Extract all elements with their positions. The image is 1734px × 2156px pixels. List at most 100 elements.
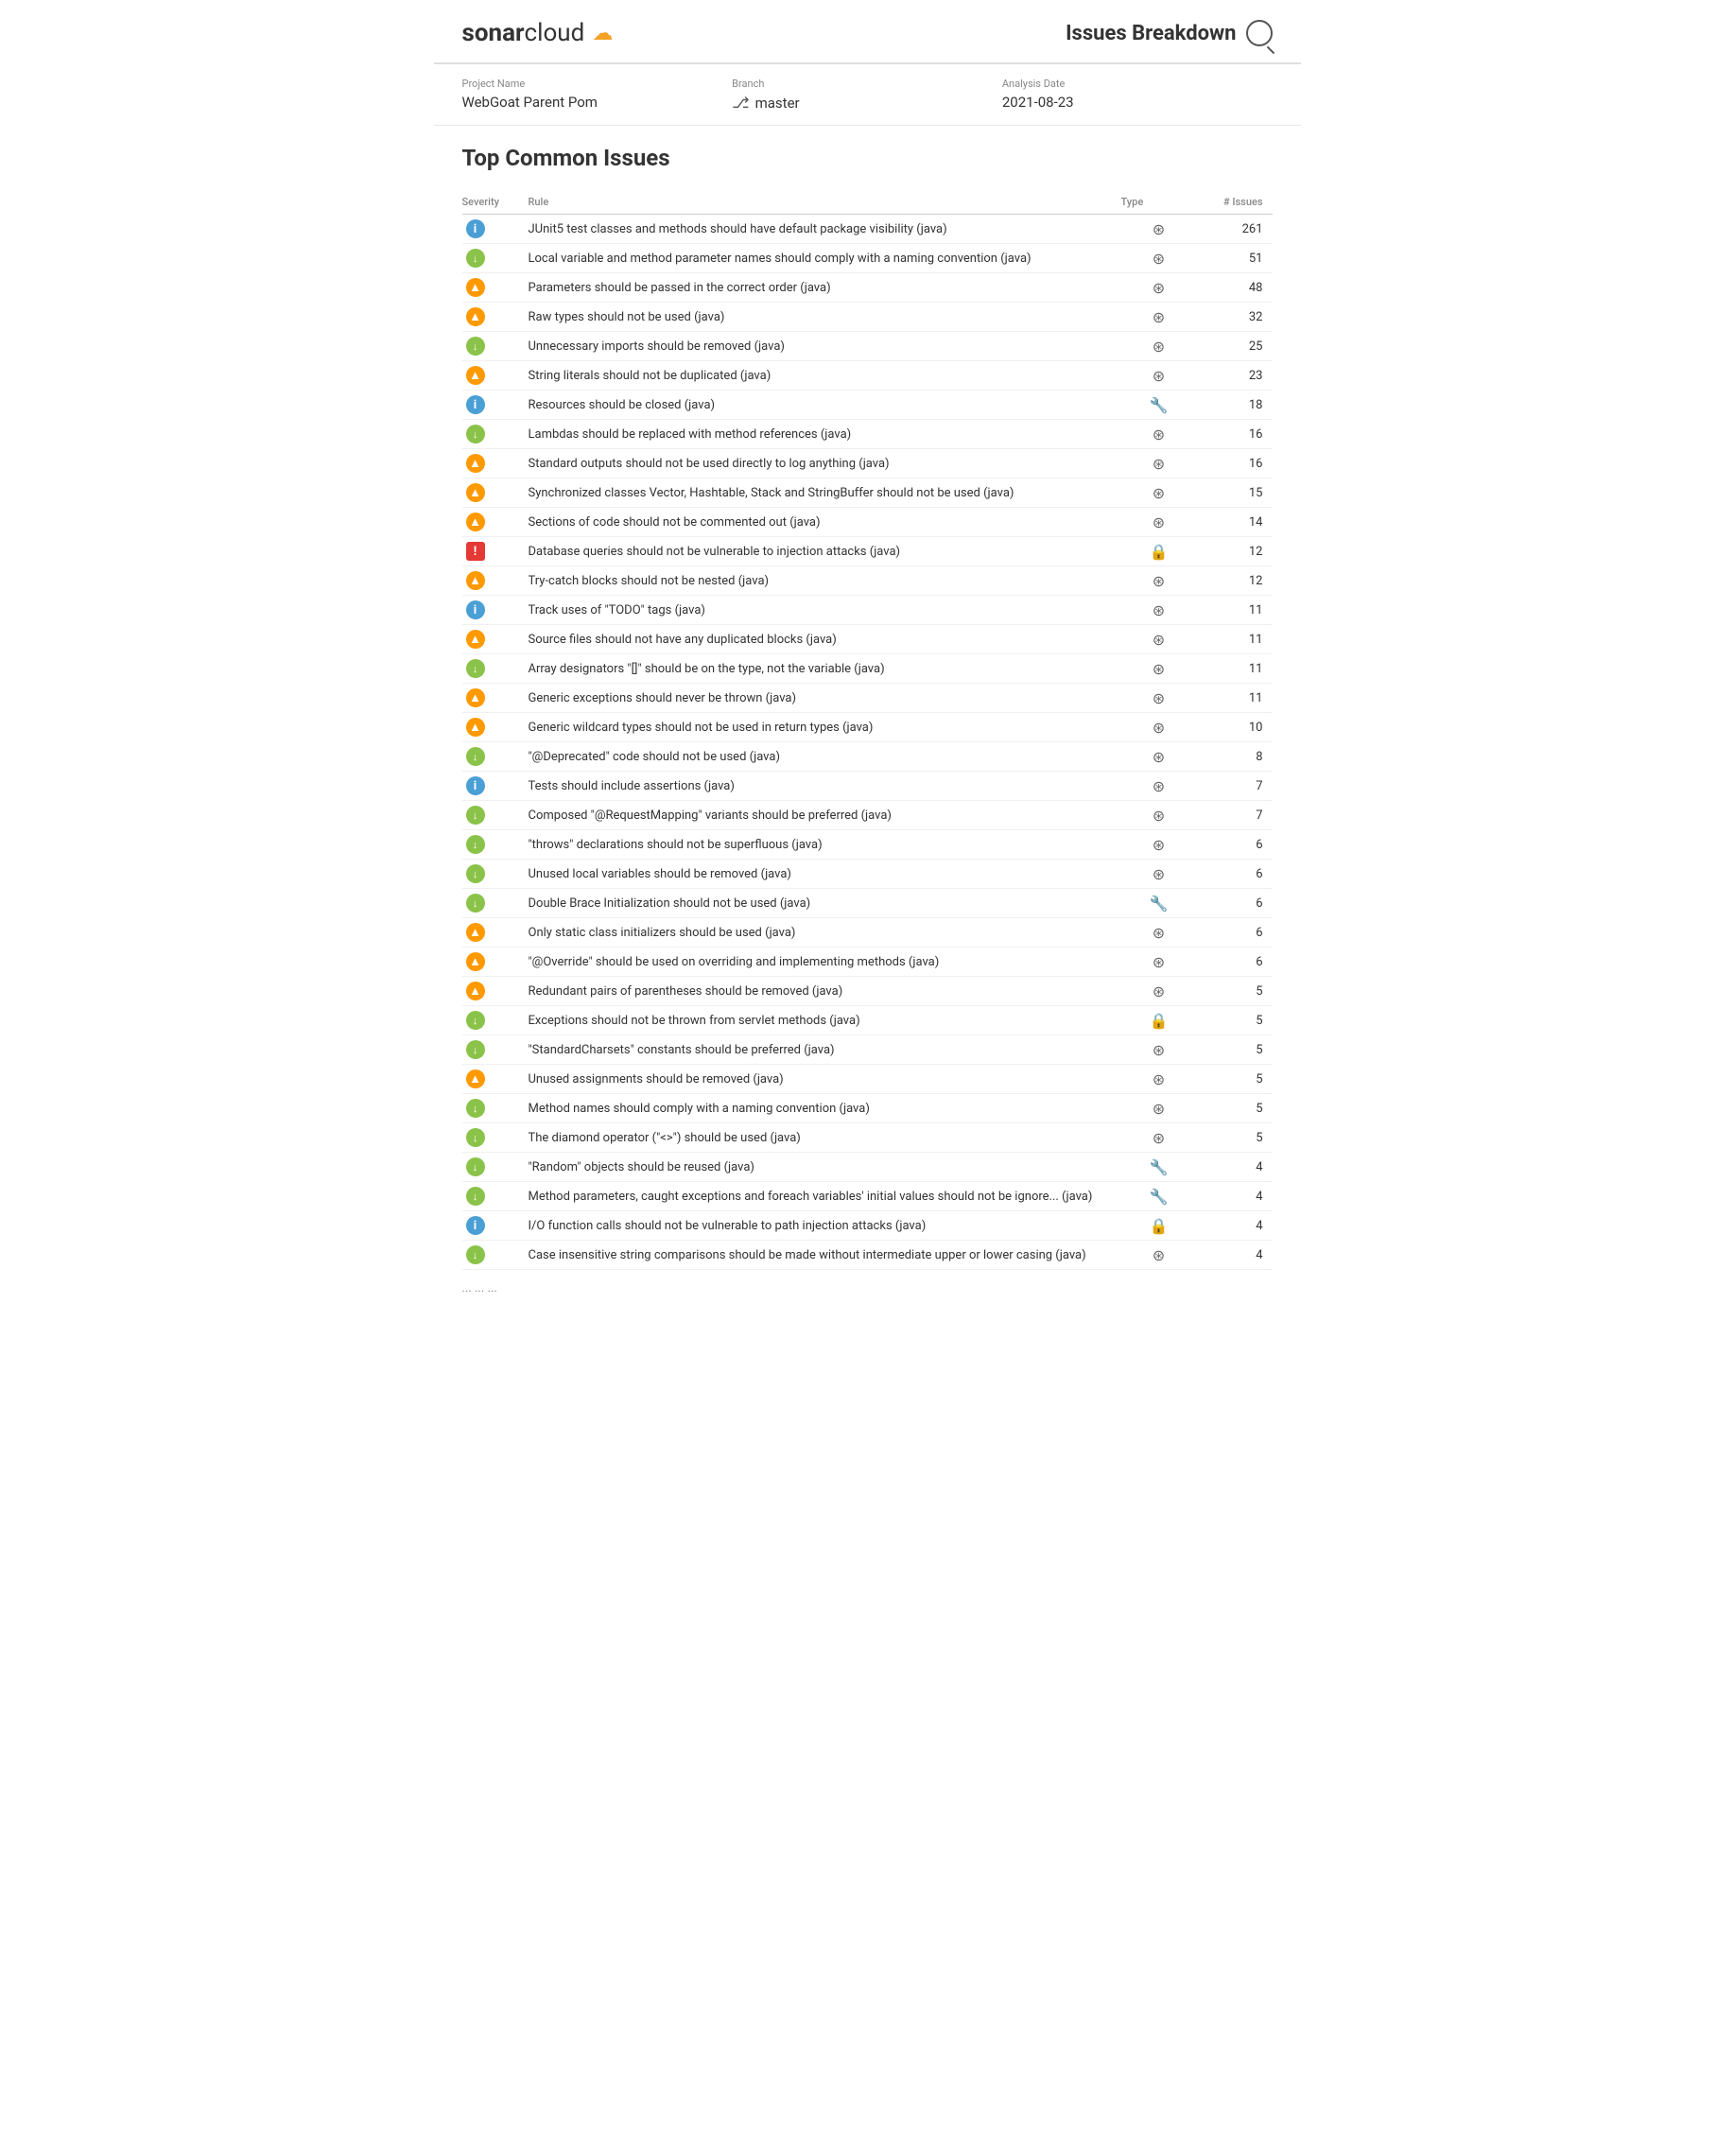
table-row[interactable]: ▲ Standard outputs should not be used di… <box>462 449 1273 478</box>
severity-cell: ↓ <box>462 864 529 883</box>
severity-minor-icon: ↓ <box>466 806 485 825</box>
header: sonarcloud ☁ Issues Breakdown Project Na… <box>434 0 1301 126</box>
branch-value: ⎇ master <box>732 94 1002 112</box>
table-row[interactable]: i JUnit5 test classes and methods should… <box>462 215 1273 244</box>
severity-major-icon: ▲ <box>466 688 485 707</box>
severity-cell: ↓ <box>462 659 529 678</box>
issues-count: 5 <box>1197 1043 1273 1057</box>
severity-major-icon: ▲ <box>466 1069 485 1088</box>
table-row[interactable]: ▲ Parameters should be passed in the cor… <box>462 273 1273 303</box>
rule-text: String literals should not be duplicated… <box>529 369 1121 383</box>
search-icon[interactable] <box>1246 20 1273 46</box>
type-cell: ⊛ <box>1121 689 1197 707</box>
rule-text: Generic exceptions should never be throw… <box>529 691 1121 705</box>
table-row[interactable]: ↓ Unnecessary imports should be removed … <box>462 332 1273 361</box>
table-row[interactable]: ↓ Method names should comply with a nami… <box>462 1094 1273 1123</box>
type-cell: 🔧 <box>1121 895 1197 913</box>
issues-count: 6 <box>1197 926 1273 940</box>
table-row[interactable]: ▲ Only static class initializers should … <box>462 918 1273 948</box>
rule-text: Array designators "[]" should be on the … <box>529 662 1121 676</box>
severity-minor-icon: ↓ <box>466 337 485 356</box>
table-row[interactable]: ▲ "@Override" should be used on overridi… <box>462 948 1273 977</box>
table-row[interactable]: ↓ Case insensitive string comparisons sh… <box>462 1241 1273 1270</box>
table-row[interactable]: ▲ Try-catch blocks should not be nested … <box>462 566 1273 596</box>
issues-count: 15 <box>1197 486 1273 500</box>
vulnerability-icon: 🔒 <box>1150 1217 1169 1235</box>
type-cell: ⊛ <box>1121 777 1197 795</box>
table-row[interactable]: ↓ Local variable and method parameter na… <box>462 244 1273 273</box>
rule-text: Track uses of "TODO" tags (java) <box>529 603 1121 617</box>
bug-icon: 🔧 <box>1150 895 1169 913</box>
severity-major-icon: ▲ <box>466 923 485 942</box>
code-smell-icon: ⊛ <box>1153 601 1165 619</box>
date-label: Analysis Date <box>1002 78 1273 90</box>
table-row[interactable]: ▲ Unused assignments should be removed (… <box>462 1065 1273 1094</box>
rule-text: Unused assignments should be removed (ja… <box>529 1072 1121 1087</box>
issues-count: 6 <box>1197 955 1273 969</box>
table-row[interactable]: ▲ Raw types should not be used (java) ⊛ … <box>462 303 1273 332</box>
branch-label: Branch <box>732 78 1002 90</box>
type-cell: ⊛ <box>1121 865 1197 883</box>
issues-count: 4 <box>1197 1248 1273 1262</box>
table-row[interactable]: ↓ "StandardCharsets" constants should be… <box>462 1035 1273 1065</box>
table-row[interactable]: ▲ Synchronized classes Vector, Hashtable… <box>462 478 1273 508</box>
issues-count: 51 <box>1197 252 1273 266</box>
table-row[interactable]: ↓ Method parameters, caught exceptions a… <box>462 1182 1273 1211</box>
type-cell: 🔒 <box>1121 1217 1197 1235</box>
table-row[interactable]: i I/O function calls should not be vulne… <box>462 1211 1273 1241</box>
severity-cell: ▲ <box>462 718 529 737</box>
table-row[interactable]: ▲ Sections of code should not be comment… <box>462 508 1273 537</box>
rule-text: "StandardCharsets" constants should be p… <box>529 1043 1121 1057</box>
table-row[interactable]: ↓ The diamond operator ("<>") should be … <box>462 1123 1273 1153</box>
type-cell: ⊛ <box>1121 924 1197 942</box>
table-row[interactable]: i Tests should include assertions (java)… <box>462 772 1273 801</box>
severity-major-icon: ▲ <box>466 630 485 649</box>
code-smell-icon: ⊛ <box>1153 719 1165 737</box>
table-row[interactable]: ↓ Unused local variables should be remov… <box>462 860 1273 889</box>
table-row[interactable]: ! Database queries should not be vulnera… <box>462 537 1273 566</box>
rule-text: Synchronized classes Vector, Hashtable, … <box>529 486 1121 500</box>
date-text: 2021-08-23 <box>1002 94 1074 111</box>
type-cell: ⊛ <box>1121 807 1197 825</box>
table-row[interactable]: ↓ "Random" objects should be reused (jav… <box>462 1153 1273 1182</box>
severity-cell: ▲ <box>462 454 529 473</box>
table-row[interactable]: ▲ String literals should not be duplicat… <box>462 361 1273 391</box>
table-row[interactable]: i Resources should be closed (java) 🔧 18 <box>462 391 1273 420</box>
code-smell-icon: ⊛ <box>1153 631 1165 649</box>
table-row[interactable]: ↓ "@Deprecated" code should not be used … <box>462 742 1273 772</box>
code-smell-icon: ⊛ <box>1153 1129 1165 1147</box>
table-row[interactable]: ↓ Composed "@RequestMapping" variants sh… <box>462 801 1273 830</box>
type-cell: ⊛ <box>1121 953 1197 971</box>
rule-text: Parameters should be passed in the corre… <box>529 281 1121 295</box>
rule-text: JUnit5 test classes and methods should h… <box>529 222 1121 236</box>
code-smell-icon: ⊛ <box>1153 807 1165 825</box>
table-row[interactable]: ↓ Lambdas should be replaced with method… <box>462 420 1273 449</box>
table-row[interactable]: ▲ Generic wildcard types should not be u… <box>462 713 1273 742</box>
table-row[interactable]: i Track uses of "TODO" tags (java) ⊛ 11 <box>462 596 1273 625</box>
severity-major-icon: ▲ <box>466 982 485 1000</box>
issues-count: 6 <box>1197 867 1273 881</box>
severity-minor-icon: ↓ <box>466 1187 485 1206</box>
table-row[interactable]: ↓ Exceptions should not be thrown from s… <box>462 1006 1273 1035</box>
severity-cell: ! <box>462 542 529 561</box>
severity-cell: ↓ <box>462 835 529 854</box>
severity-cell: ▲ <box>462 278 529 297</box>
severity-cell: ↓ <box>462 806 529 825</box>
type-cell: ⊛ <box>1121 1129 1197 1147</box>
rule-text: "@Override" should be used on overriding… <box>529 955 1121 969</box>
code-smell-icon: ⊛ <box>1153 689 1165 707</box>
table-row[interactable]: ▲ Source files should not have any dupli… <box>462 625 1273 654</box>
table-row[interactable]: ↓ Array designators "[]" should be on th… <box>462 654 1273 684</box>
table-row[interactable]: ↓ Double Brace Initialization should not… <box>462 889 1273 918</box>
code-smell-icon: ⊛ <box>1153 572 1165 590</box>
type-cell: ⊛ <box>1121 660 1197 678</box>
code-smell-icon: ⊛ <box>1153 1041 1165 1059</box>
type-cell: ⊛ <box>1121 836 1197 854</box>
table-row[interactable]: ↓ "throws" declarations should not be su… <box>462 830 1273 860</box>
table-row[interactable]: ▲ Redundant pairs of parentheses should … <box>462 977 1273 1006</box>
table-row[interactable]: ▲ Generic exceptions should never be thr… <box>462 684 1273 713</box>
date-value: 2021-08-23 <box>1002 94 1273 111</box>
issues-count: 25 <box>1197 339 1273 354</box>
rule-text: I/O function calls should not be vulnera… <box>529 1219 1121 1233</box>
issues-count: 6 <box>1197 896 1273 911</box>
